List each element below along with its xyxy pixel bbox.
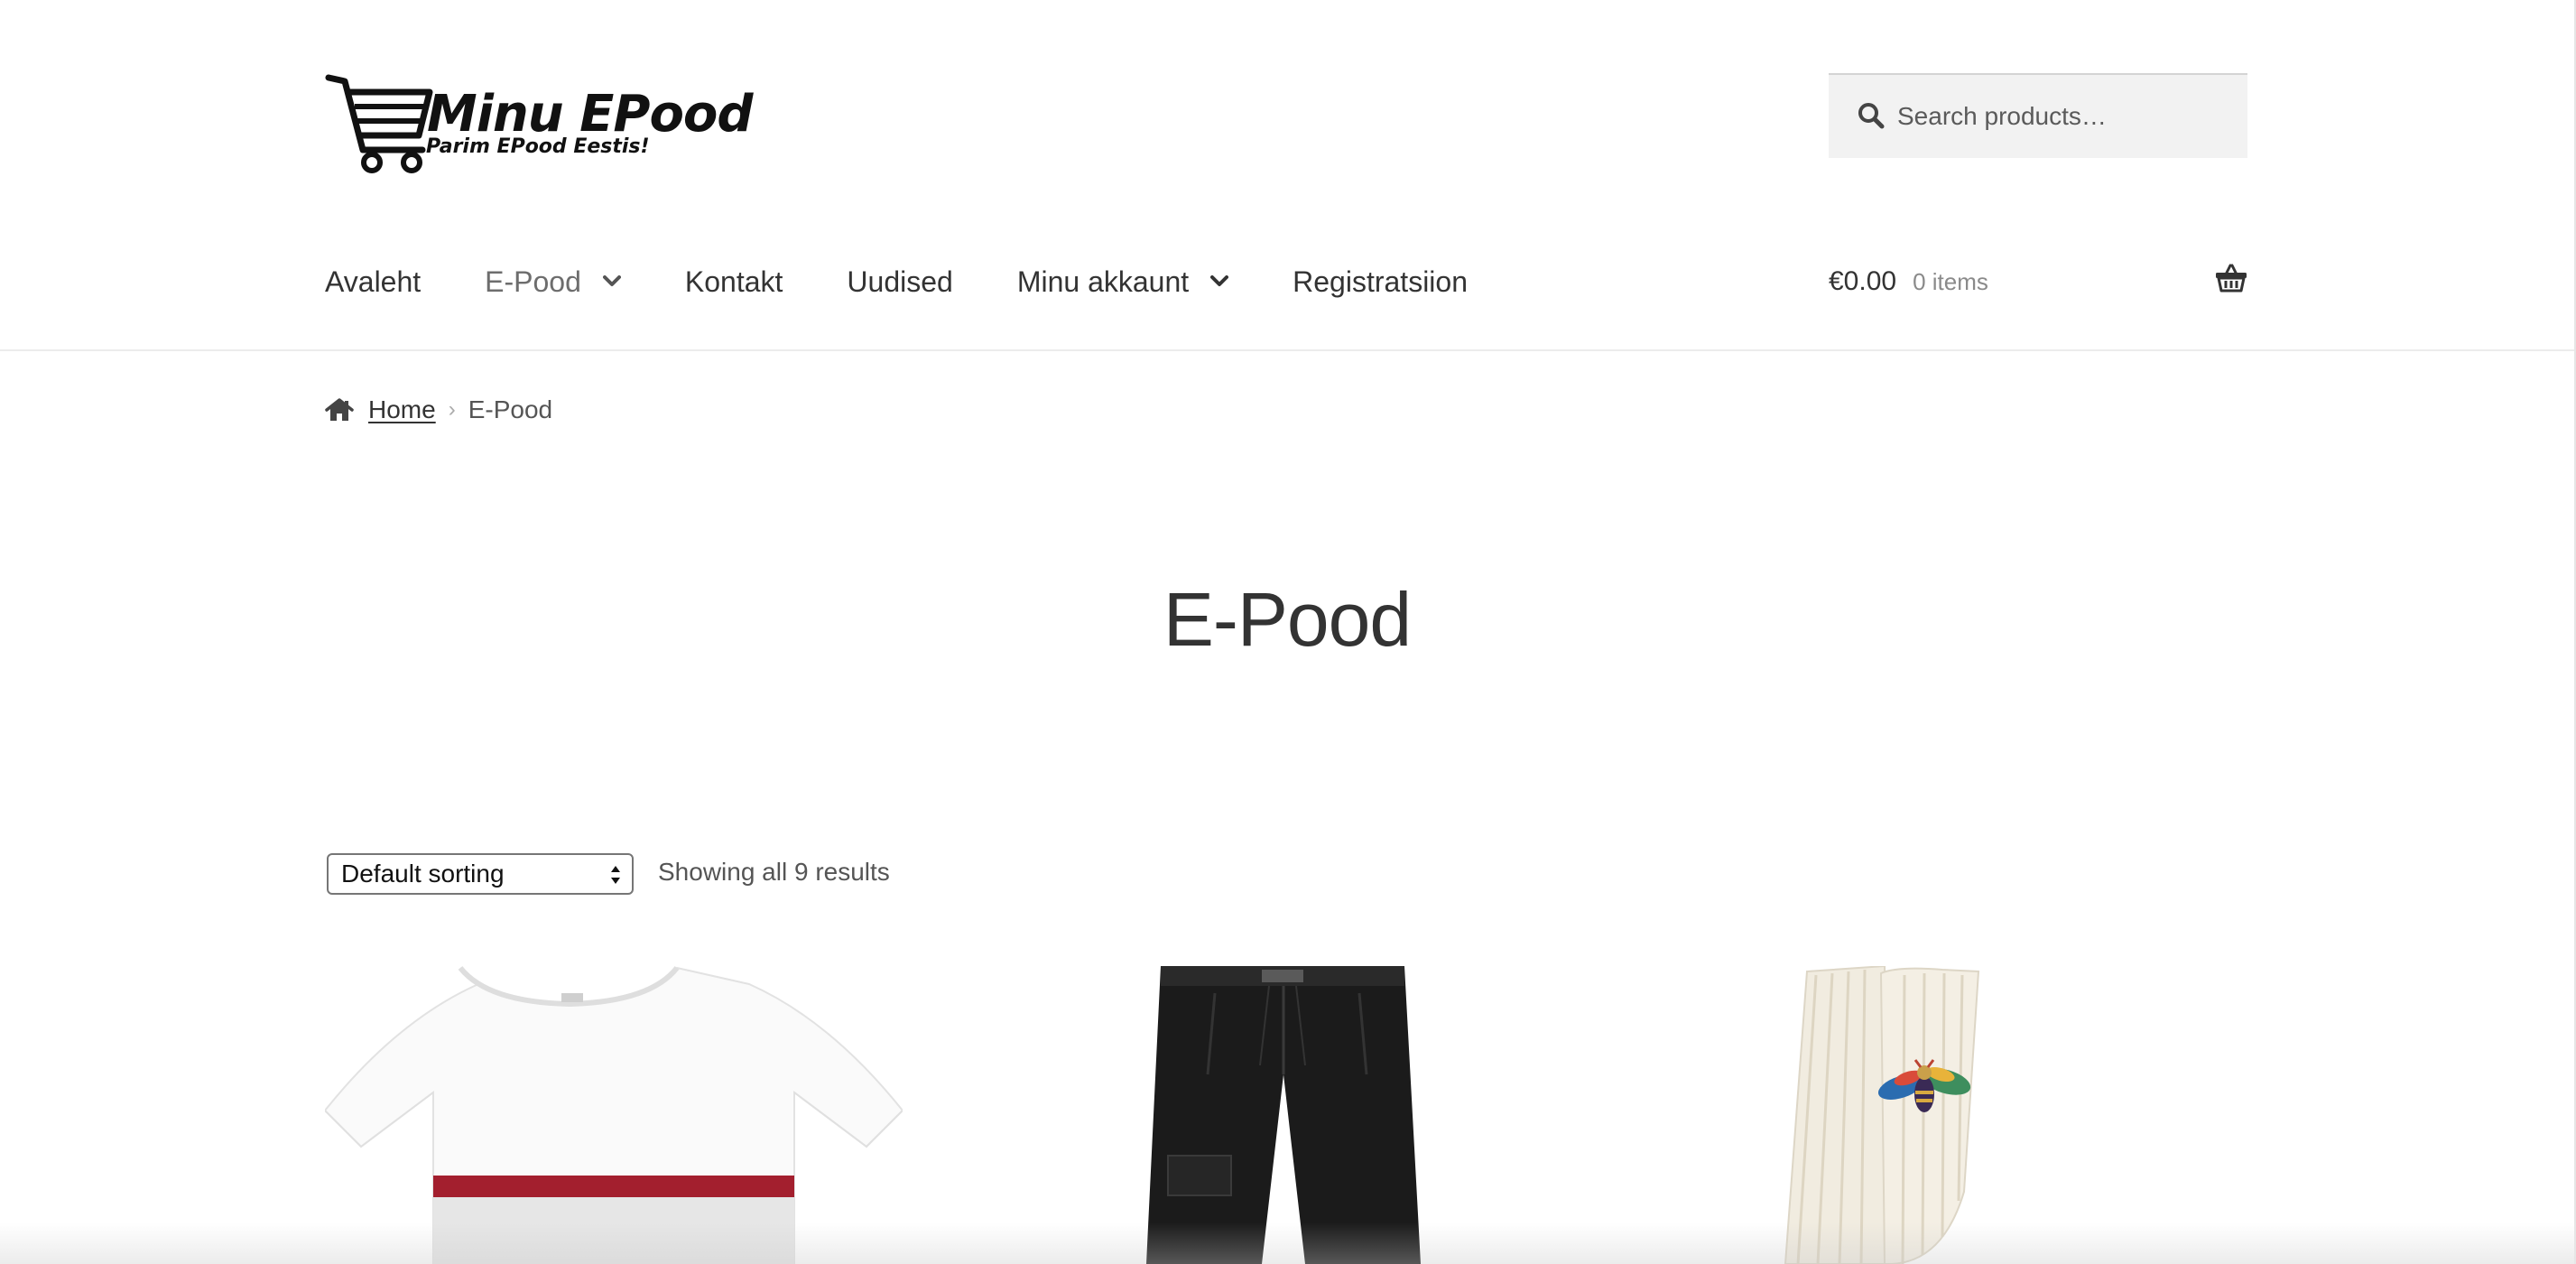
nav-item-label: Registratsiion xyxy=(1293,265,1468,298)
breadcrumb-current: E-Pood xyxy=(468,395,553,423)
main-nav: Avaleht E-Pood Kontakt Uudised Minu akka… xyxy=(325,255,1532,309)
breadcrumb-home-link[interactable]: Home xyxy=(368,395,436,424)
sort-selected-label: Default sorting xyxy=(341,860,505,888)
logo-tagline: Parim EPood Eestis! xyxy=(426,135,650,158)
nav-item-label: Kontakt xyxy=(684,265,783,298)
nav-item-uudised[interactable]: Uudised xyxy=(847,265,952,299)
site-header: Minu EPood Parim EPood Eestis! Avaleht E… xyxy=(0,0,2574,351)
breadcrumb-separator: › xyxy=(448,397,456,422)
product-card[interactable] xyxy=(325,966,903,1264)
breadcrumb: Home › E-Pood xyxy=(325,395,552,424)
shopping-cart-icon xyxy=(325,74,433,173)
nav-item-label: Avaleht xyxy=(325,265,422,298)
basket-icon xyxy=(2216,264,2247,293)
product-image-white-tshirt[interactable] xyxy=(325,966,903,1264)
nav-item-label: Uudised xyxy=(847,265,953,298)
nav-item-avaleht[interactable]: Avaleht xyxy=(325,265,421,299)
product-image-cream-socks[interactable] xyxy=(1672,966,2249,1264)
product-card[interactable] xyxy=(1672,966,2249,1264)
cart-widget[interactable]: €0.00 0 items xyxy=(1829,262,2247,302)
chevron-down-icon xyxy=(1210,275,1229,286)
nav-item-registratsiion[interactable]: Registratsiion xyxy=(1293,265,1468,299)
search-input[interactable] xyxy=(1895,93,2229,140)
home-icon xyxy=(325,398,354,421)
nav-item-label: E-Pood xyxy=(485,265,581,298)
search-icon xyxy=(1858,103,1885,129)
result-count: Showing all 9 results xyxy=(658,858,890,886)
cart-count: 0 items xyxy=(1913,267,1988,295)
select-arrows-icon xyxy=(611,866,620,884)
site-logo[interactable]: Minu EPood Parim EPood Eestis! xyxy=(325,70,753,175)
sort-select[interactable]: Default sorting xyxy=(327,853,634,895)
product-card[interactable] xyxy=(998,966,1576,1264)
chevron-down-icon xyxy=(602,275,621,286)
nav-item-kontakt[interactable]: Kontakt xyxy=(685,265,783,299)
nav-item-e-pood[interactable]: E-Pood xyxy=(485,265,621,299)
page-title: E-Pood xyxy=(1163,577,1412,662)
search-box xyxy=(1829,73,2247,158)
nav-item-minu-akkaunt[interactable]: Minu akkaunt xyxy=(1016,265,1229,299)
nav-item-label: Minu akkaunt xyxy=(1016,265,1190,298)
cart-amount: €0.00 xyxy=(1829,266,1897,296)
product-image-black-trousers[interactable] xyxy=(998,966,1576,1264)
page: Minu EPood Parim EPood Eestis! Avaleht E… xyxy=(0,0,2576,1264)
